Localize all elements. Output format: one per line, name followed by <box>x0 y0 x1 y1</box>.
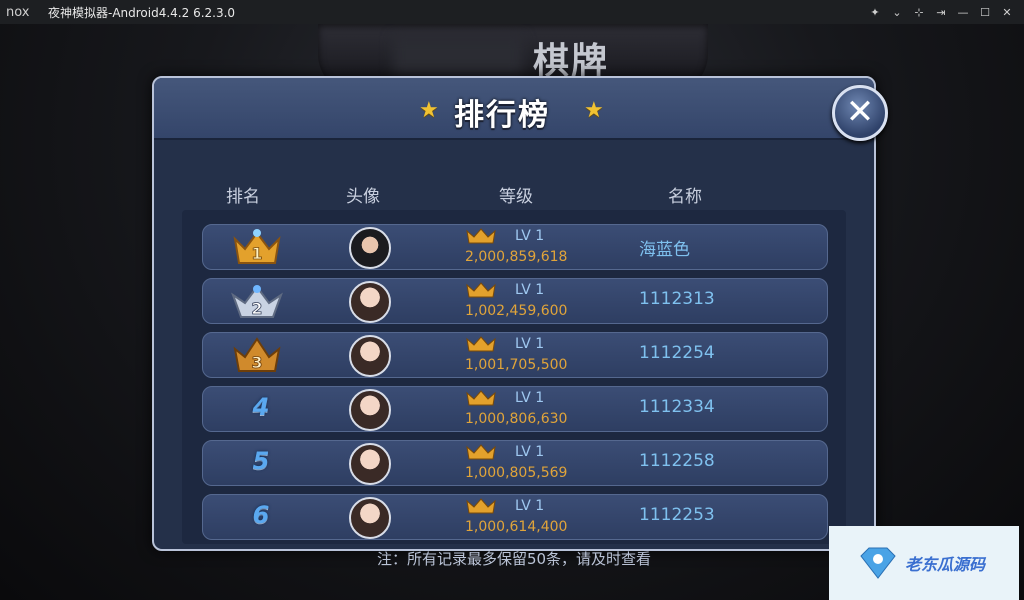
watermark-text: 老东瓜源码 <box>905 555 986 574</box>
level-label: LV 1 <box>515 228 545 244</box>
avatar <box>349 281 391 323</box>
level-label: LV 1 <box>515 444 545 460</box>
level-label: LV 1 <box>515 336 545 352</box>
gift-icon[interactable]: ✦ <box>864 6 886 19</box>
leaderboard-row[interactable]: 3 LV 1 1,001,705,500 1112254 <box>202 332 828 378</box>
leaderboard-row[interactable]: 6 LV 1 1,000,614,400 1112253 <box>202 494 828 540</box>
crown-icon <box>466 228 496 244</box>
minimize-icon[interactable]: — <box>952 6 974 19</box>
coins-value: 1,001,705,500 <box>465 357 568 373</box>
close-window-icon[interactable]: ✕ <box>996 6 1018 19</box>
crown-icon <box>466 336 496 352</box>
star-icon: ★ <box>584 98 604 123</box>
window-controls: ✦ ⌄ ⊹ ⇥ — ☐ ✕ <box>864 0 1018 24</box>
coins-value: 1,002,459,600 <box>465 303 568 319</box>
pin-icon[interactable]: ⊹ <box>908 6 930 19</box>
player-name: 1112254 <box>639 343 715 363</box>
leaderboard-panel: ★ 排行榜 ★ 排名 头像 等级 名称 1 LV 1 2,000,859,618… <box>152 76 876 568</box>
column-avatar: 头像 <box>346 187 380 207</box>
coins-value: 1,000,614,400 <box>465 519 568 535</box>
level-label: LV 1 <box>515 282 545 298</box>
column-level: 等级 <box>499 187 533 207</box>
player-name: 海蓝色 <box>639 240 690 260</box>
crown-icon <box>466 444 496 460</box>
gold-crown-icon: 1 <box>233 229 281 264</box>
rank-number: 4 <box>252 393 270 421</box>
coins-value: 1,000,805,569 <box>465 465 568 481</box>
column-name: 名称 <box>668 187 702 207</box>
crown-icon <box>466 282 496 298</box>
close-button[interactable]: ✕ <box>832 85 888 141</box>
crown-icon <box>466 390 496 406</box>
leaderboard-row[interactable]: 4 LV 1 1,000,806,630 1112334 <box>202 386 828 432</box>
panel-header: ★ 排行榜 ★ <box>154 78 874 140</box>
rank-number: 1 <box>251 244 262 263</box>
avatar <box>349 227 391 269</box>
banner-blurred-logo <box>393 36 523 76</box>
window-title: 夜神模拟器-Android4.4.2 6.2.3.0 <box>48 5 236 20</box>
avatar <box>349 335 391 377</box>
silver-crown-icon: 2 <box>231 285 283 318</box>
watermark: 老东瓜源码 <box>829 526 1019 600</box>
chevron-down-icon[interactable]: ⌄ <box>886 6 908 19</box>
app-logo: nox <box>6 4 30 20</box>
panel-title: 排行榜 <box>454 98 550 133</box>
coins-value: 2,000,859,618 <box>465 249 568 265</box>
window-titlebar: nox 夜神模拟器-Android4.4.2 6.2.3.0 ✦ ⌄ ⊹ ⇥ —… <box>0 0 1024 24</box>
rank-number: 2 <box>251 299 262 318</box>
avatar <box>349 497 391 539</box>
avatar <box>349 389 391 431</box>
leaderboard-row[interactable]: 2 LV 1 1,002,459,600 1112313 <box>202 278 828 324</box>
level-label: LV 1 <box>515 390 545 406</box>
coins-value: 1,000,806,630 <box>465 411 568 427</box>
leaderboard-row[interactable]: 1 LV 1 2,000,859,618 海蓝色 <box>202 224 828 270</box>
leaderboard-row[interactable]: 5 LV 1 1,000,805,569 1112258 <box>202 440 828 486</box>
player-name: 1112334 <box>639 397 715 417</box>
bronze-crown-icon: 3 <box>233 337 281 372</box>
avatar <box>349 443 391 485</box>
game-viewport: 棋牌 ★ 排行榜 ★ 排名 头像 等级 名称 1 LV 1 2,000,859,… <box>0 24 1024 600</box>
diamond-icon <box>860 547 896 579</box>
star-icon: ★ <box>419 98 439 123</box>
maximize-icon[interactable]: ☐ <box>974 6 996 19</box>
rank-number: 6 <box>252 501 270 529</box>
crown-icon <box>466 498 496 514</box>
player-name: 1112253 <box>639 505 715 525</box>
player-name: 1112313 <box>639 289 715 309</box>
sidebar-toggle-icon[interactable]: ⇥ <box>930 6 952 19</box>
rank-number: 5 <box>252 447 270 475</box>
level-label: LV 1 <box>515 498 545 514</box>
leaderboard-list[interactable]: 1 LV 1 2,000,859,618 海蓝色 2 LV 1 1,002,45… <box>182 210 846 544</box>
rank-number: 3 <box>251 353 262 372</box>
player-name: 1112258 <box>639 451 715 471</box>
column-rank: 排名 <box>226 187 260 207</box>
retention-notice: 注：所有记录最多保留50条，请及时查看 <box>376 550 652 568</box>
